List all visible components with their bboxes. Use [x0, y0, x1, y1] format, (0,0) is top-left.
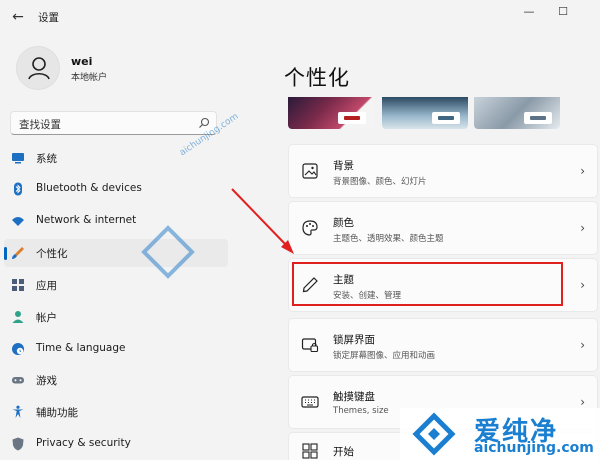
shield-icon	[12, 437, 24, 451]
search-placeholder: 查找设置	[19, 119, 61, 131]
minimize-button[interactable]: —	[518, 4, 540, 20]
theme-accent-chip	[338, 112, 366, 124]
brush-icon	[12, 247, 24, 259]
chevron-right-icon: ›	[580, 164, 585, 178]
maximize-button[interactable]: ☐	[552, 4, 574, 20]
wifi-icon	[12, 217, 24, 226]
sidebar-item-accounts[interactable]: 帐户	[4, 303, 228, 331]
palette-icon	[302, 220, 318, 236]
card-colors[interactable]: 颜色 主题色、透明效果、颜色主题 ›	[288, 201, 598, 255]
card-subtitle: 锁定屏幕图像、应用和动画	[333, 351, 436, 361]
watermark-corner: 爱纯净 aichunjing.com	[400, 408, 600, 460]
sidebar-item-label: Network & internet	[36, 214, 137, 226]
card-title: 背景	[333, 160, 354, 172]
sidebar-item-label: Time & language	[36, 342, 126, 354]
card-subtitle: Themes, size	[333, 406, 389, 416]
card-lock-screen[interactable]: 锁屏界面 锁定屏幕图像、应用和动画 ›	[288, 318, 598, 372]
card-title: 开始	[333, 446, 354, 458]
start-icon	[302, 443, 318, 459]
sidebar-item-label: 辅助功能	[36, 407, 78, 419]
sidebar-item-label: 个性化	[36, 248, 68, 260]
card-title: 锁屏界面	[333, 334, 375, 346]
chevron-right-icon: ›	[580, 278, 585, 292]
apps-icon	[12, 279, 24, 291]
back-button[interactable]: ←	[9, 9, 27, 25]
theme-accent-chip	[524, 112, 552, 124]
person-icon	[12, 311, 24, 323]
sidebar-item-accessibility[interactable]: 辅助功能	[4, 398, 228, 426]
chevron-right-icon: ›	[580, 338, 585, 352]
watermark-url: aichunjing.com	[474, 440, 594, 456]
keyboard-icon	[301, 396, 319, 408]
sidebar-item-privacy[interactable]: Privacy & security	[4, 430, 228, 458]
globe-clock-icon	[12, 343, 24, 355]
watermark-logo-icon	[141, 225, 195, 279]
sidebar-item-label: 系统	[36, 153, 57, 165]
theme-thumbnail[interactable]	[474, 97, 560, 129]
gamepad-icon	[12, 377, 24, 384]
sidebar-item-label: Privacy & security	[36, 437, 131, 449]
monitor-icon	[12, 153, 24, 164]
sidebar-item-label: Bluetooth & devices	[36, 182, 142, 194]
app-title: 设置	[38, 12, 59, 24]
theme-previews	[288, 97, 598, 129]
watermark-logo-icon	[412, 412, 456, 456]
sidebar-item-label: 帐户	[36, 312, 57, 324]
account-type: 本地帐户	[71, 73, 108, 83]
user-name: wei	[71, 55, 93, 68]
image-icon	[302, 163, 318, 179]
accessibility-icon	[12, 405, 24, 418]
search-icon[interactable]	[198, 117, 210, 129]
theme-accent-chip	[432, 112, 460, 124]
theme-thumbnail[interactable]	[288, 97, 374, 129]
highlight-box	[292, 262, 563, 306]
card-title: 触摸键盘	[333, 391, 375, 403]
card-subtitle: 主题色、透明效果、颜色主题	[333, 234, 444, 244]
bluetooth-icon	[14, 182, 22, 196]
avatar	[16, 46, 60, 90]
sidebar-item-label: 游戏	[36, 375, 57, 387]
sidebar-item-time-language[interactable]: Time & language	[4, 335, 228, 363]
search-input[interactable]: 查找设置	[10, 111, 217, 135]
theme-thumbnail[interactable]	[382, 97, 468, 129]
person-icon	[28, 57, 50, 80]
active-indicator	[4, 247, 7, 260]
card-title: 颜色	[333, 217, 354, 229]
lockscreen-icon	[301, 338, 319, 353]
sidebar-item-label: 应用	[36, 280, 57, 292]
sidebar-item-bluetooth[interactable]: Bluetooth & devices	[4, 175, 228, 203]
user-profile[interactable]: wei 本地帐户	[16, 46, 236, 92]
card-background[interactable]: 背景 背景图像、颜色、幻灯片 ›	[288, 144, 598, 198]
card-subtitle: 背景图像、颜色、幻灯片	[333, 177, 427, 187]
chevron-right-icon: ›	[580, 221, 585, 235]
sidebar-item-gaming[interactable]: 游戏	[4, 366, 228, 394]
chevron-right-icon: ›	[580, 395, 585, 409]
title-bar: ← 设置 — ☐	[0, 0, 600, 34]
